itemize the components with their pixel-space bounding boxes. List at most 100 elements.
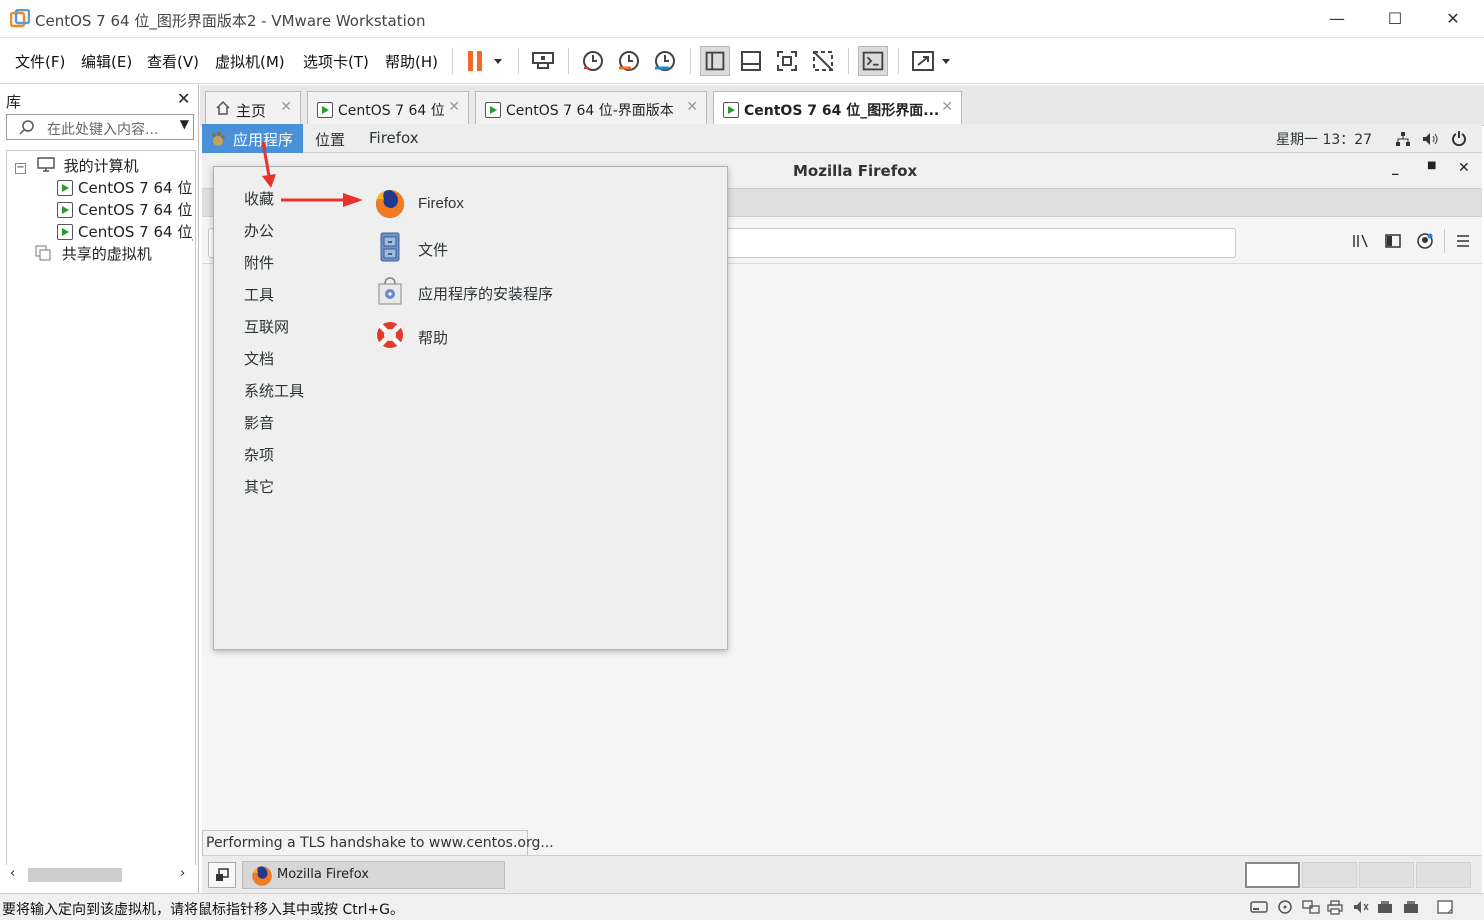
workspace-1[interactable]	[1245, 862, 1300, 888]
menu-file[interactable]: 文件(F)	[15, 51, 65, 72]
network-icon[interactable]	[1395, 131, 1411, 147]
tab-home[interactable]: 主页 ✕	[205, 91, 301, 126]
full-screen-icon[interactable]	[772, 46, 802, 76]
search-icon	[19, 120, 34, 135]
message-log-icon[interactable]	[1436, 899, 1454, 915]
firefox-window-title: Mozilla Firefox	[793, 162, 918, 180]
printer-icon[interactable]	[1326, 899, 1344, 915]
category-internet[interactable]: 互联网	[244, 316, 289, 337]
gnome-window-list: Mozilla Firefox	[202, 855, 1482, 893]
category-favorites[interactable]: 收藏	[244, 188, 274, 209]
cd-dvd-icon[interactable]	[1276, 899, 1294, 915]
firefox-maximize-button[interactable]: ■	[1427, 160, 1436, 171]
category-misc[interactable]: 杂项	[244, 444, 274, 465]
files-icon[interactable]	[374, 231, 406, 263]
volume-icon[interactable]	[1422, 131, 1438, 147]
app-help-label[interactable]: 帮助	[418, 327, 448, 348]
clock[interactable]: 星期一 13：27	[1276, 129, 1372, 149]
close-tab-icon[interactable]: ✕	[280, 99, 292, 115]
firefox-minimize-button[interactable]: _	[1392, 161, 1399, 176]
active-window-menu[interactable]: Firefox	[369, 129, 419, 147]
chevron-down-icon[interactable]: ▼	[180, 117, 189, 131]
scroll-right-icon[interactable]: ›	[180, 866, 185, 881]
status-message: 要将输入定向到该虚拟机，请将鼠标指针移入其中或按 Ctrl+G。	[2, 902, 404, 918]
category-system-tools[interactable]: 系统工具	[244, 380, 304, 401]
scrollbar-thumb[interactable]	[28, 868, 122, 882]
show-desktop-button[interactable]	[208, 862, 236, 888]
close-tab-icon[interactable]: ✕	[941, 99, 953, 115]
pause-dropdown-icon[interactable]	[488, 46, 508, 76]
workspace-4[interactable]	[1416, 862, 1471, 888]
app-firefox-label[interactable]: Firefox	[418, 195, 464, 212]
collapse-icon[interactable]: −	[15, 163, 26, 174]
sidebar-icon[interactable]	[1384, 233, 1402, 249]
close-button[interactable]: ✕	[1438, 6, 1468, 32]
maximize-button[interactable]: ☐	[1380, 6, 1410, 32]
library-icon[interactable]	[1352, 233, 1370, 249]
workspace-3[interactable]	[1359, 862, 1414, 888]
category-documents[interactable]: 文档	[244, 348, 274, 369]
tab-vm[interactable]: CentOS 7 64 位-界面版本 ✕	[475, 91, 707, 126]
tree-node-my-computer[interactable]: − 我的计算机	[15, 155, 139, 176]
console-view-icon[interactable]	[858, 46, 888, 76]
stretch-dropdown-icon[interactable]	[936, 46, 956, 76]
tab-label: CentOS 7 64 位	[338, 103, 445, 119]
menu-edit[interactable]: 编辑(E)	[81, 51, 132, 72]
close-tab-icon[interactable]: ✕	[686, 99, 698, 115]
applications-dropdown: 收藏 办公 附件 工具 互联网 文档 系统工具 影音 杂项 其它 Firefox…	[213, 166, 728, 650]
close-library-icon[interactable]: ✕	[177, 89, 190, 108]
tree-vm-item[interactable]: CentOS 7 64 位-	[57, 199, 193, 220]
menu-vm[interactable]: 虚拟机(M)	[215, 51, 285, 72]
workspace-2[interactable]	[1302, 862, 1357, 888]
home-icon	[216, 100, 230, 115]
hard-disk-icon[interactable]	[1250, 899, 1268, 915]
app-software-label[interactable]: 应用程序的安装程序	[418, 283, 553, 304]
taskbar-window-label: Mozilla Firefox	[277, 867, 369, 882]
tab-label: CentOS 7 64 位_图形界面...	[744, 103, 940, 119]
menu-tabs[interactable]: 选项卡(T)	[303, 51, 369, 72]
network-adapter-icon[interactable]	[1302, 899, 1320, 915]
category-accessories[interactable]: 附件	[244, 252, 274, 273]
show-library-icon[interactable]	[700, 46, 730, 76]
firefox-close-button[interactable]: ✕	[1458, 160, 1470, 176]
thumbnail-bar-icon[interactable]	[736, 46, 766, 76]
firefox-status-text: Performing a TLS handshake to www.centos…	[202, 830, 554, 856]
app-files-label[interactable]: 文件	[418, 239, 448, 260]
account-icon[interactable]	[1416, 232, 1434, 250]
revert-snapshot-icon[interactable]	[614, 46, 644, 76]
taskbar-window-button[interactable]: Mozilla Firefox	[242, 861, 505, 889]
category-tools[interactable]: 工具	[244, 284, 274, 305]
scroll-left-icon[interactable]: ‹	[10, 866, 15, 881]
tree-vm-item[interactable]: CentOS 7 64 位_	[57, 221, 193, 242]
category-office[interactable]: 办公	[244, 220, 274, 241]
library-search-input[interactable]: 在此处键入内容... ▼	[6, 114, 194, 140]
category-other[interactable]: 其它	[244, 476, 274, 497]
tree-node-shared[interactable]: 共享的虚拟机	[35, 243, 152, 264]
software-installer-icon[interactable]	[374, 275, 406, 307]
power-icon[interactable]	[1451, 130, 1467, 146]
unity-mode-icon[interactable]	[808, 46, 838, 76]
library-horizontal-scrollbar[interactable]: ‹ ›	[6, 865, 196, 885]
snapshot-manager-icon[interactable]	[650, 46, 680, 76]
applications-menu-button[interactable]: 应用程序	[202, 124, 303, 153]
snapshot-icon[interactable]	[578, 46, 608, 76]
minimize-button[interactable]: —	[1322, 6, 1352, 32]
usb-device-icon[interactable]	[1402, 899, 1420, 915]
sound-icon[interactable]	[1352, 899, 1370, 915]
stretch-guest-icon[interactable]	[908, 46, 938, 76]
tree-vm-item[interactable]: CentOS 7 64 位	[57, 177, 193, 198]
send-ctrl-alt-del-icon[interactable]	[528, 46, 558, 76]
search-placeholder: 在此处键入内容...	[47, 122, 159, 138]
firefox-icon[interactable]	[374, 188, 406, 220]
tab-vm-active[interactable]: CentOS 7 64 位_图形界面... ✕	[713, 91, 962, 126]
menu-help[interactable]: 帮助(H)	[385, 51, 438, 72]
usb-device-icon[interactable]	[1376, 899, 1394, 915]
help-lifebuoy-icon[interactable]	[374, 319, 406, 351]
menu-toolbar: 文件(F) 编辑(E) 查看(V) 虚拟机(M) 选项卡(T) 帮助(H)	[0, 38, 1484, 84]
tab-vm[interactable]: CentOS 7 64 位 ✕	[307, 91, 469, 126]
category-multimedia[interactable]: 影音	[244, 412, 274, 433]
hamburger-menu-icon[interactable]	[1455, 233, 1471, 249]
close-tab-icon[interactable]: ✕	[448, 99, 460, 115]
places-menu[interactable]: 位置	[315, 129, 345, 150]
menu-view[interactable]: 查看(V)	[147, 51, 199, 72]
